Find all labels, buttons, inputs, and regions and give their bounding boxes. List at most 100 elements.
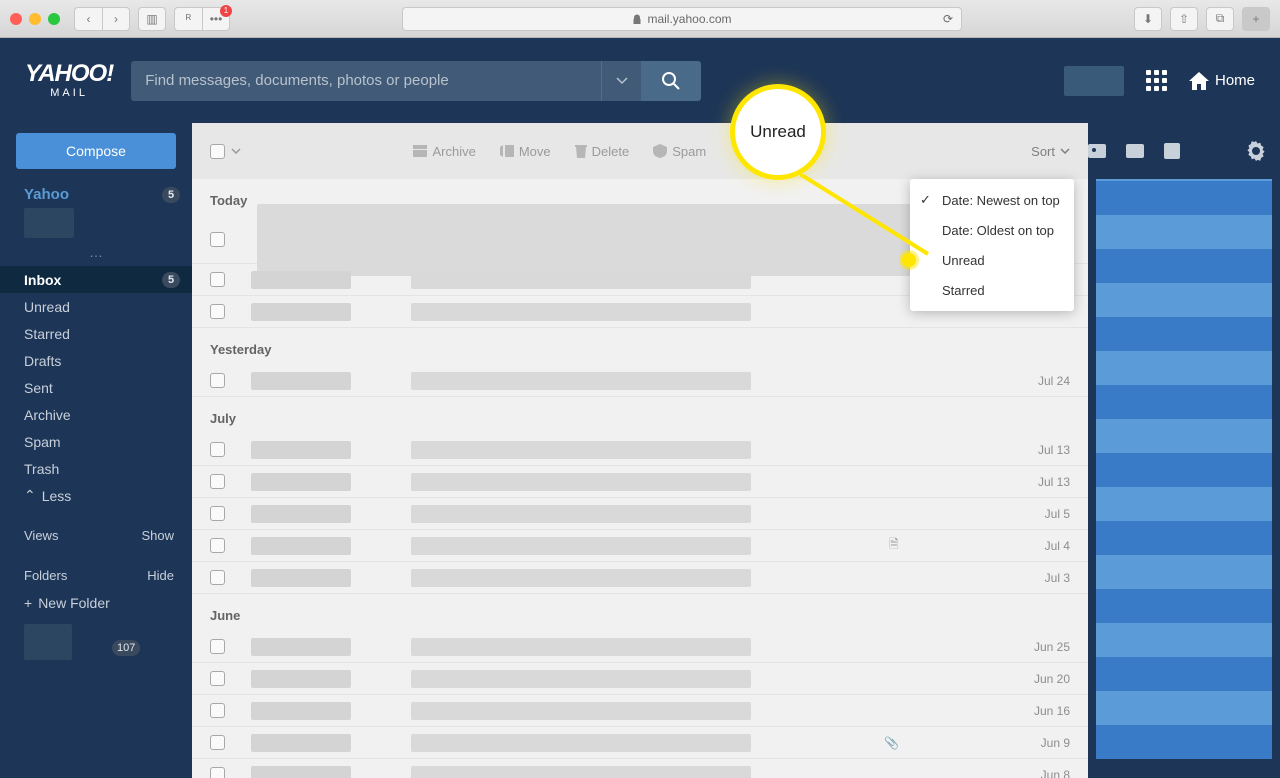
chevron-down-icon[interactable] bbox=[231, 148, 241, 154]
row-checkbox[interactable] bbox=[210, 767, 225, 778]
subject-blur bbox=[411, 734, 751, 752]
row-checkbox[interactable] bbox=[210, 304, 225, 319]
calendar-icon[interactable] bbox=[1126, 144, 1144, 158]
sidebar-toggle-button[interactable]: ▥ bbox=[138, 7, 166, 31]
subject-blur bbox=[411, 505, 751, 523]
downloads-button[interactable]: ⬇ bbox=[1134, 7, 1162, 31]
sidebar-item-starred[interactable]: Starred bbox=[0, 320, 192, 347]
row-checkbox[interactable] bbox=[210, 538, 225, 553]
maximize-window-icon[interactable] bbox=[48, 13, 60, 25]
mail-row[interactable]: Jun 25 bbox=[192, 631, 1088, 663]
move-button[interactable]: Move bbox=[500, 144, 551, 159]
search-dropdown-button[interactable] bbox=[601, 61, 641, 101]
sidebar-item-inbox[interactable]: Inbox5 bbox=[0, 266, 192, 293]
subject-blur bbox=[411, 638, 751, 656]
row-checkbox[interactable] bbox=[210, 506, 225, 521]
mail-row[interactable]: 📎Jun 9 bbox=[192, 727, 1088, 759]
row-checkbox[interactable] bbox=[210, 232, 225, 247]
subject-blur bbox=[411, 441, 751, 459]
mail-row[interactable]: Jul 13 bbox=[192, 434, 1088, 466]
chevron-down-icon bbox=[1060, 148, 1070, 154]
mail-content-blur bbox=[257, 204, 957, 276]
mail-row[interactable]: Jul 3 bbox=[192, 562, 1088, 594]
row-checkbox[interactable] bbox=[210, 671, 225, 686]
chevron-down-icon bbox=[616, 77, 628, 85]
sender-blur bbox=[251, 473, 351, 491]
mail-row[interactable]: Jun 20 bbox=[192, 663, 1088, 695]
sort-option[interactable]: Starred bbox=[910, 275, 1074, 305]
gear-icon[interactable] bbox=[1246, 141, 1266, 161]
sender-blur bbox=[251, 569, 351, 587]
reload-icon[interactable]: ⟳ bbox=[943, 12, 953, 26]
forward-button[interactable]: › bbox=[102, 7, 130, 31]
mail-row[interactable]: Jul 24 bbox=[192, 365, 1088, 397]
sort-option[interactable]: Unread bbox=[910, 245, 1074, 275]
tabs-button[interactable]: ⧉ bbox=[1206, 7, 1234, 31]
mail-row[interactable]: Jul 5 bbox=[192, 498, 1088, 530]
sender-blur bbox=[251, 702, 351, 720]
new-folder-button[interactable]: +New Folder bbox=[0, 589, 192, 616]
compose-button[interactable]: Compose bbox=[16, 133, 176, 169]
subject-blur bbox=[411, 303, 751, 321]
home-link[interactable]: Home bbox=[1189, 72, 1255, 90]
views-show-link[interactable]: Show bbox=[141, 528, 174, 543]
custom-folder-blur[interactable] bbox=[24, 624, 72, 660]
annotation-callout: Unread bbox=[730, 84, 826, 180]
back-button[interactable]: ‹ bbox=[74, 7, 102, 31]
sidebar-item-sent[interactable]: Sent bbox=[0, 374, 192, 401]
select-all[interactable] bbox=[210, 144, 241, 159]
sidebar-item-spam[interactable]: Spam bbox=[0, 428, 192, 455]
notepad-icon[interactable] bbox=[1164, 143, 1180, 159]
row-checkbox[interactable] bbox=[210, 442, 225, 457]
archive-icon bbox=[413, 145, 427, 157]
profile-avatar[interactable] bbox=[1064, 66, 1124, 96]
account-header[interactable]: Yahoo 5 bbox=[0, 181, 192, 208]
extensions-button[interactable]: ••• 1 bbox=[202, 7, 230, 31]
yahoo-mail-logo[interactable]: YAHOO! MAIL bbox=[25, 62, 113, 99]
row-checkbox[interactable] bbox=[210, 474, 225, 489]
subject-blur bbox=[411, 569, 751, 587]
address-bar[interactable]: mail.yahoo.com ⟳ bbox=[238, 7, 1126, 31]
account-badge: 5 bbox=[162, 187, 180, 203]
reader-button[interactable]: ᴿ bbox=[174, 7, 202, 31]
apps-grid-icon[interactable] bbox=[1146, 70, 1167, 91]
sidebar-item-trash[interactable]: Trash bbox=[0, 455, 192, 482]
sender-blur bbox=[251, 670, 351, 688]
shield-icon bbox=[653, 144, 667, 158]
mail-date: Jul 24 bbox=[1038, 374, 1070, 388]
new-tab-button[interactable]: + bbox=[1242, 7, 1270, 31]
less-toggle[interactable]: ⌃Less bbox=[0, 482, 192, 509]
ad-panel[interactable] bbox=[1096, 179, 1272, 759]
sort-option[interactable]: Date: Oldest on top bbox=[910, 215, 1074, 245]
mail-row[interactable]: Jul 13 bbox=[192, 466, 1088, 498]
account-more-icon[interactable]: … bbox=[0, 244, 192, 260]
close-window-icon[interactable] bbox=[10, 13, 22, 25]
sidebar-item-unread[interactable]: Unread bbox=[0, 293, 192, 320]
sidebar-item-archive[interactable]: Archive bbox=[0, 401, 192, 428]
folders-hide-link[interactable]: Hide bbox=[147, 568, 174, 583]
row-checkbox[interactable] bbox=[210, 639, 225, 654]
row-checkbox[interactable] bbox=[210, 272, 225, 287]
mail-row[interactable]: Jun 8 bbox=[192, 759, 1088, 778]
sidebar-item-drafts[interactable]: Drafts bbox=[0, 347, 192, 374]
archive-button[interactable]: Archive bbox=[413, 144, 475, 159]
spam-button[interactable]: Spam bbox=[653, 144, 706, 159]
sidebar: Compose Yahoo 5 … Inbox5UnreadStarredDra… bbox=[0, 123, 192, 778]
mail-row[interactable]: Jun 16 bbox=[192, 695, 1088, 727]
sort-option[interactable]: ✓Date: Newest on top bbox=[910, 185, 1074, 215]
chevron-up-icon: ⌃ bbox=[24, 487, 36, 504]
share-button[interactable]: ⇧ bbox=[1170, 7, 1198, 31]
row-checkbox[interactable] bbox=[210, 570, 225, 585]
search-input[interactable] bbox=[131, 61, 601, 101]
delete-button[interactable]: Delete bbox=[575, 144, 630, 159]
row-checkbox[interactable] bbox=[210, 703, 225, 718]
contacts-icon[interactable] bbox=[1088, 144, 1106, 158]
mail-date: Jun 20 bbox=[1034, 672, 1070, 686]
minimize-window-icon[interactable] bbox=[29, 13, 41, 25]
select-all-checkbox[interactable] bbox=[210, 144, 225, 159]
search-button[interactable] bbox=[641, 61, 701, 101]
mail-row[interactable]: 🗎Jul 4 bbox=[192, 530, 1088, 562]
sort-button[interactable]: Sort bbox=[1031, 144, 1070, 159]
row-checkbox[interactable] bbox=[210, 373, 225, 388]
row-checkbox[interactable] bbox=[210, 735, 225, 750]
